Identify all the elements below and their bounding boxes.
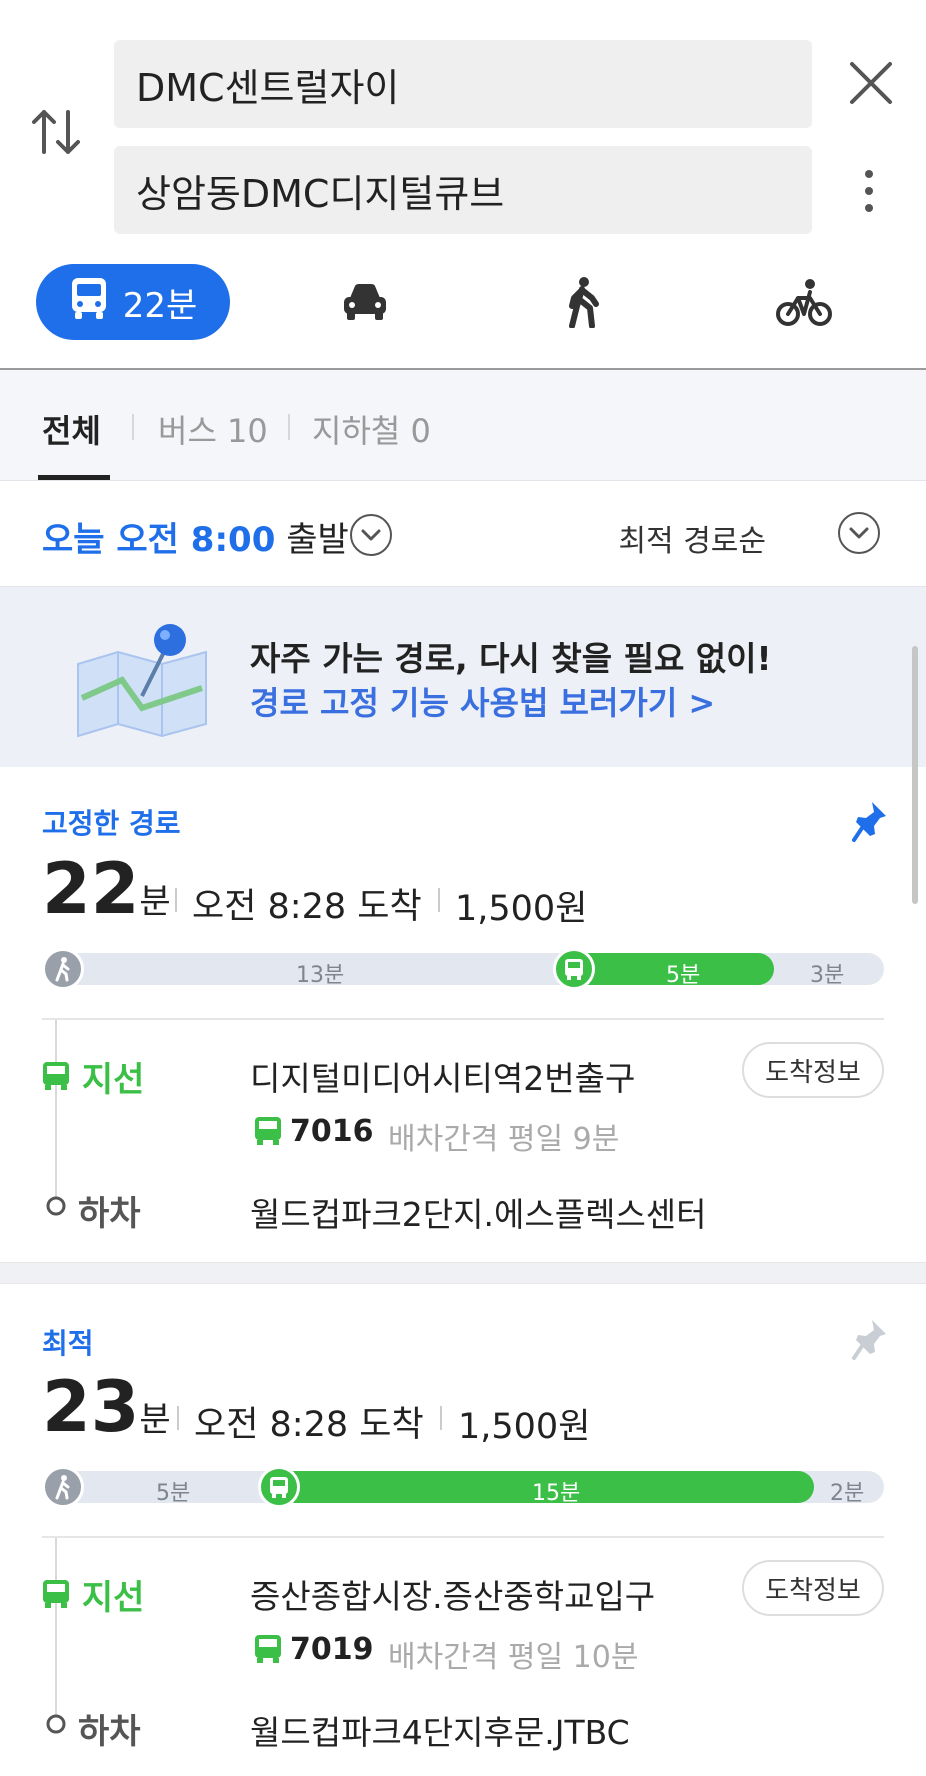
more-options-icon[interactable] [862, 168, 876, 214]
bus-number[interactable]: 7016 [290, 1114, 374, 1149]
boarding-stop: 디지털미디어시티역2번출구 [250, 1059, 636, 1098]
walk-segment-label: 3분 [810, 963, 845, 988]
fare: 1,500원 [455, 889, 588, 929]
departure-time: 오늘 오전 8:00 [42, 520, 276, 560]
bus-icon [254, 1634, 282, 1668]
bus-interval: 배차간격 평일 10분 [388, 1640, 639, 1675]
bus-type-label: 지선 [42, 1570, 144, 1619]
bus-icon [258, 1466, 300, 1508]
close-icon[interactable] [846, 58, 896, 108]
tab-separator [132, 414, 134, 440]
bus-segment-label: 5분 [666, 963, 701, 988]
bus-type-label: 지선 [42, 1052, 144, 1101]
meta-separator [440, 1406, 442, 1430]
bus-interval: 배차간격 평일 9분 [388, 1122, 620, 1157]
bus-icon [553, 948, 595, 990]
departure-suffix: 출발 [286, 520, 349, 560]
divider [42, 1536, 884, 1538]
departure-time-selector[interactable]: 오늘 오전 8:00 출발 [42, 512, 349, 561]
alighting-stop: 월드컵파크2단지.에스플렉스센터 [250, 1195, 707, 1234]
alight-stop-marker-icon [44, 1712, 68, 1740]
arrival-time: 오전 8:28 도착 [192, 887, 422, 927]
walk-icon[interactable] [566, 276, 600, 332]
route-tag: 고정한 경로 [42, 807, 181, 840]
route-tag: 최적 [42, 1327, 94, 1360]
mode-transit-button[interactable]: 22분 [36, 264, 230, 340]
arrival-info-button[interactable]: 도착정보 [742, 1042, 884, 1098]
arrival-info-button[interactable]: 도착정보 [742, 1560, 884, 1616]
map-pin-illustration-icon [72, 618, 212, 742]
meta-separator [175, 888, 177, 912]
arrival-time: 오전 8:28 도착 [194, 1405, 424, 1445]
alighting-stop: 월드컵파크4단지후문.JTBC [250, 1713, 630, 1752]
meta-separator [177, 1406, 179, 1430]
banner-title: 자주 가는 경로, 다시 찾을 필요 없이! [250, 639, 772, 678]
bicycle-icon[interactable] [776, 278, 832, 332]
walk-segment-label: 13분 [296, 963, 345, 988]
route-duration: 22분 [42, 848, 171, 930]
alight-label: 하차 [78, 1712, 141, 1752]
destination-text: 상암동DMC디지털큐브 [136, 171, 505, 216]
bus-segment-label: 15분 [532, 1481, 581, 1506]
divider [42, 1018, 884, 1020]
bus-icon [42, 1578, 82, 1618]
boarding-stop: 증산종합시장.증산중학교입구 [250, 1577, 656, 1616]
alight-label: 하차 [78, 1194, 141, 1234]
tab-bus[interactable]: 버스 10 [158, 406, 268, 452]
walk-segment-label: 5분 [156, 1481, 191, 1506]
origin-text: DMC센트럴자이 [136, 65, 400, 110]
bus-icon [42, 1060, 82, 1100]
duration-value: 22 [42, 848, 140, 930]
walk-icon [42, 1466, 84, 1508]
chevron-down-icon[interactable] [838, 512, 880, 554]
duration-value: 23 [42, 1366, 140, 1448]
fare: 1,500원 [458, 1407, 591, 1447]
meta-separator [438, 888, 440, 912]
bus-type-text: 지선 [81, 1578, 145, 1618]
duration-unit: 분 [139, 1400, 171, 1440]
tab-active-indicator [38, 475, 110, 480]
walk-icon [42, 948, 84, 990]
tab-all[interactable]: 전체 [42, 406, 101, 452]
mode-transit-time: 22분 [122, 285, 198, 326]
tab-subway[interactable]: 지하철 0 [312, 406, 431, 452]
swap-direction-icon[interactable] [30, 102, 82, 162]
chevron-down-icon[interactable] [350, 514, 392, 556]
bus-icon [69, 276, 109, 329]
destination-input[interactable]: 상암동DMC디지털큐브 [114, 146, 812, 234]
route-filter-tabs [0, 370, 926, 481]
scrollbar[interactable] [912, 646, 918, 904]
route-timeline [55, 1020, 57, 1205]
origin-input[interactable]: DMC센트럴자이 [114, 40, 812, 128]
pin-icon[interactable] [852, 1318, 888, 1366]
sort-order-label[interactable]: 최적 경로순 [618, 516, 766, 560]
pin-icon[interactable] [852, 800, 888, 848]
route-timeline [55, 1538, 57, 1723]
car-icon[interactable] [340, 280, 390, 328]
walk-segment-label: 2분 [830, 1481, 865, 1506]
bus-icon [254, 1116, 282, 1150]
duration-unit: 분 [139, 882, 171, 922]
banner-link[interactable]: 경로 고정 기능 사용법 보러가기 > [250, 678, 715, 724]
alight-stop-marker-icon [44, 1194, 68, 1222]
tab-separator [288, 414, 290, 440]
bus-number[interactable]: 7019 [290, 1632, 374, 1667]
route-duration: 23분 [42, 1366, 171, 1448]
section-divider [0, 1262, 926, 1284]
bus-type-text: 지선 [81, 1060, 145, 1100]
